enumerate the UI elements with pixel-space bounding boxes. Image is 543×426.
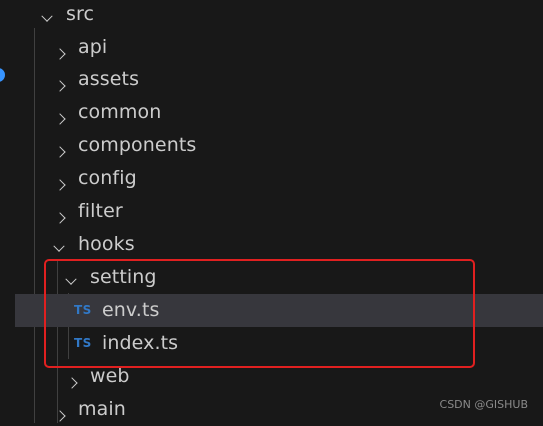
tree-folder-src[interactable]: src: [0, 0, 543, 31]
tree-item-label: hooks: [78, 233, 135, 255]
tree-file-env-ts[interactable]: TS env.ts: [15, 294, 543, 327]
tree-item-label: web: [90, 365, 130, 387]
tree-folder-common[interactable]: common: [0, 96, 543, 129]
file-explorer-tree: src api assets common components config …: [0, 0, 543, 423]
chevron-right-icon: [66, 372, 78, 391]
tree-item-label: config: [78, 167, 137, 189]
chevron-right-icon: [54, 405, 66, 424]
tree-folder-api[interactable]: api: [0, 31, 543, 64]
chevron-down-icon: [41, 8, 53, 27]
tree-file-index-ts[interactable]: TS index.ts: [0, 327, 543, 360]
tree-item-label: env.ts: [102, 299, 160, 321]
tree-folder-components[interactable]: components: [0, 129, 543, 162]
tree-folder-hooks[interactable]: hooks: [0, 228, 543, 261]
chevron-right-icon: [54, 43, 66, 62]
tree-item-label: main: [78, 398, 126, 420]
chevron-right-icon: [54, 141, 66, 160]
tree-item-label: common: [78, 101, 162, 123]
typescript-file-icon: TS: [74, 336, 92, 350]
chevron-right-icon: [54, 207, 66, 226]
tree-item-label: components: [78, 134, 197, 156]
tree-folder-setting[interactable]: setting: [0, 261, 543, 294]
tree-item-label: index.ts: [102, 332, 179, 354]
chevron-right-icon: [54, 75, 66, 94]
typescript-file-icon: TS: [74, 303, 92, 317]
tree-folder-web[interactable]: web: [0, 360, 543, 393]
tree-item-label: assets: [78, 68, 140, 90]
tree-folder-config[interactable]: config: [0, 162, 543, 195]
tree-folder-filter[interactable]: filter: [0, 195, 543, 228]
chevron-down-icon: [65, 271, 77, 290]
tree-item-label: api: [78, 36, 108, 58]
chevron-right-icon: [54, 174, 66, 193]
tree-item-label: filter: [78, 200, 123, 222]
chevron-right-icon: [54, 108, 66, 127]
tree-item-label: setting: [90, 266, 157, 288]
tree-folder-assets[interactable]: assets: [0, 63, 543, 96]
watermark-text: CSDN @GISHUB: [439, 398, 528, 411]
chevron-down-icon: [53, 238, 65, 257]
tree-item-label: src: [66, 3, 95, 25]
